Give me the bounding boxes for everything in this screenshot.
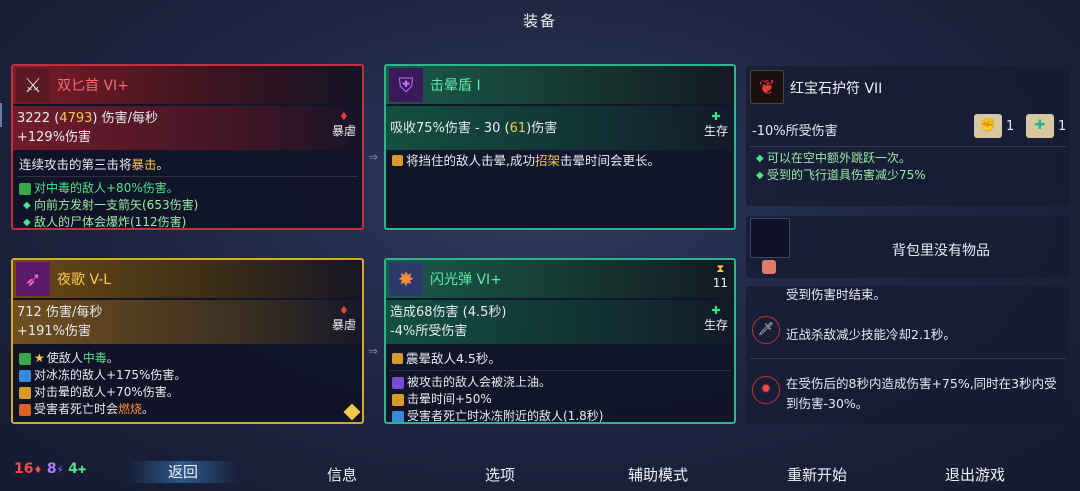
weapon-slot-dagger[interactable]: ⚔ 双匕首 VI+ 3222 (4793) 伤害/每秒 +129%伤害 ♦ 暴虐 …	[11, 64, 364, 230]
back-button[interactable]: 返回	[128, 461, 238, 483]
assist-mode-button[interactable]: 辅助模式	[603, 464, 713, 485]
arrow-right-icon: ⇒	[368, 344, 379, 358]
cooldown-timer: ⧗ 11	[712, 262, 728, 290]
affix-line: 击晕时间+50%	[392, 391, 728, 408]
survival-tag: ✚ 生存	[703, 304, 728, 332]
weapon-slot-bow[interactable]: ➶ 夜歌 V-L 712 伤害/每秒 +191%伤害 ♦ 暴虐 ★ 使敌人 中毒。 对…	[11, 258, 364, 424]
stun-affix-icon	[392, 155, 403, 166]
mutation-icon-2: ✹	[752, 376, 780, 404]
mutation-text-1: 近战杀敌减少技能冷却2.1秒。	[786, 327, 956, 342]
frozen-affix-icon	[392, 410, 404, 422]
backpack-slot[interactable]: 背包里没有物品	[746, 216, 1070, 278]
dps-stat: 712 伤害/每秒	[17, 305, 103, 320]
scroll-slot-2[interactable]: ✚ 1	[1026, 114, 1066, 138]
affix-line: 对冰冻的敌人+175%伤害。	[19, 367, 356, 384]
affix-line: 被攻击的敌人会被浇上油。	[392, 374, 728, 391]
dual-daggers-icon: ⚔	[16, 68, 50, 102]
stun-affix-icon	[392, 353, 403, 364]
hourglass-icon: ⧗	[716, 262, 725, 275]
nightsong-bow-icon: ➶	[16, 262, 50, 296]
item-name: 击晕盾 I	[430, 78, 481, 94]
damage-bonus: +191%伤害	[17, 324, 92, 339]
screen-title: 装备	[522, 12, 557, 30]
survival-tag: ✚ 生存	[703, 110, 728, 138]
amulet-slot[interactable]: ❦ 红宝石护符 VII -10%所受伤害 ✊ 1 ✚ 1 ◆ 可以在空中额外跳跃一…	[746, 66, 1070, 206]
diamond-bullet-icon: ◆	[23, 200, 31, 211]
brutality-icon: ♦	[339, 304, 349, 317]
affix-line: 受害者死亡时会 燃烧。	[19, 401, 356, 418]
fire-affix-icon	[19, 403, 31, 416]
amulet-stat: -10%所受伤害	[752, 124, 838, 139]
ruby-amulet-icon: ❦	[750, 70, 784, 104]
flashbang-icon: ✸	[389, 262, 423, 296]
damage-stat: 造成68伤害 (4.5秒)	[390, 305, 507, 320]
item-description: 将挡住的敌人击晕,成功招架击晕时间会更长。	[392, 152, 728, 170]
scroll-counter: 16♦ 8⚡ 4✚	[14, 461, 87, 477]
mutation-icon-1: 🗡	[752, 316, 780, 344]
affix-line: ◆ 敌人的尸体会爆炸(112伤害)	[23, 215, 187, 229]
brutality-icon: ♦	[339, 110, 349, 123]
stun-affix-icon	[392, 393, 404, 406]
poison-affix-icon	[19, 182, 31, 195]
quit-game-button[interactable]: 退出游戏	[920, 464, 1030, 485]
survival-scroll-icon: ✚	[1026, 114, 1054, 138]
oil-affix-icon	[392, 376, 404, 389]
item-description: 震晕敌人4.5秒。	[392, 350, 728, 368]
item-name: 双匕首 VI+	[57, 78, 129, 94]
survival-icon: ✚	[711, 304, 721, 317]
dps-stat: 3222 (4793) 伤害/每秒	[17, 111, 158, 126]
item-name: 红宝石护符 VII	[790, 81, 883, 97]
brutality-scroll-icon: ✊	[974, 114, 1002, 138]
affix-line: ◆ 受到的飞行道具伤害减少75%	[756, 168, 926, 182]
restart-button[interactable]: 重新开始	[762, 464, 872, 485]
info-button[interactable]: 信息	[287, 464, 397, 485]
survival-icon: ✚	[711, 110, 721, 123]
backpack-character-icon	[762, 260, 776, 274]
scroll-left-indicator[interactable]	[0, 103, 6, 127]
mutations-panel: 受到伤害时结束。 🗡 近战杀敌减少技能冷却2.1秒。 ✹ 在受伤后的8秒内造成伤…	[746, 286, 1070, 424]
brutality-tag: ♦ 暴虐	[331, 110, 356, 138]
options-button[interactable]: 选项	[445, 464, 555, 485]
diamond-bullet-icon: ◆	[23, 217, 31, 228]
item-description: 连续攻击的第三击将暴击。	[19, 157, 170, 172]
affix-line: 对击晕的敌人+70%伤害。	[19, 384, 356, 401]
frozen-affix-icon	[19, 369, 31, 382]
affix-line: 对中毒的敌人+80%伤害。	[19, 180, 356, 197]
skill-slot-flashbang[interactable]: ✸ 闪光弹 VI+ 造成68伤害 (4.5秒) -4%所受伤害 ⧗ 11 ✚ 生存 …	[384, 258, 736, 424]
stun-shield-icon: ⛨	[389, 68, 423, 102]
backpack-empty-text: 背包里没有物品	[892, 243, 990, 259]
affix-line: 受害者死亡时冰冻附近的敌人(1.8秒)	[392, 408, 728, 422]
poison-affix-icon	[19, 352, 31, 365]
star-icon: ★	[34, 351, 45, 365]
affix-line: ◆ 向前方发射一支箭矢(653伤害)	[23, 198, 199, 212]
item-name: 闪光弹 VI+	[430, 272, 502, 288]
damage-bonus: +129%伤害	[17, 130, 92, 145]
scroll-slot-1[interactable]: ✊ 1	[974, 114, 1014, 138]
brutality-tag: ♦ 暴虐	[331, 304, 356, 332]
item-name: 夜歌 V-L	[57, 272, 112, 288]
backpack-empty-icon	[750, 218, 790, 258]
mutation-partial: 受到伤害时结束。	[786, 287, 887, 302]
stun-affix-icon	[19, 386, 31, 399]
block-stat: 吸收75%伤害 - 30 (61)伤害	[390, 121, 558, 136]
arrow-right-icon: ⇒	[368, 150, 379, 164]
mutation-text-2: 在受伤后的8秒内造成伤害+75%,同时在3秒内受到伤害-30%。	[786, 376, 1057, 411]
affix-line: ★ 使敌人 中毒。	[19, 350, 356, 367]
weapon-slot-shield[interactable]: ⛨ 击晕盾 I 吸收75%伤害 - 30 (61)伤害 ✚ 生存 将挡住的敌人击晕…	[384, 64, 736, 230]
damage-taken-stat: -4%所受伤害	[390, 324, 468, 339]
affix-line: ◆ 可以在空中额外跳跃一次。	[756, 151, 912, 165]
